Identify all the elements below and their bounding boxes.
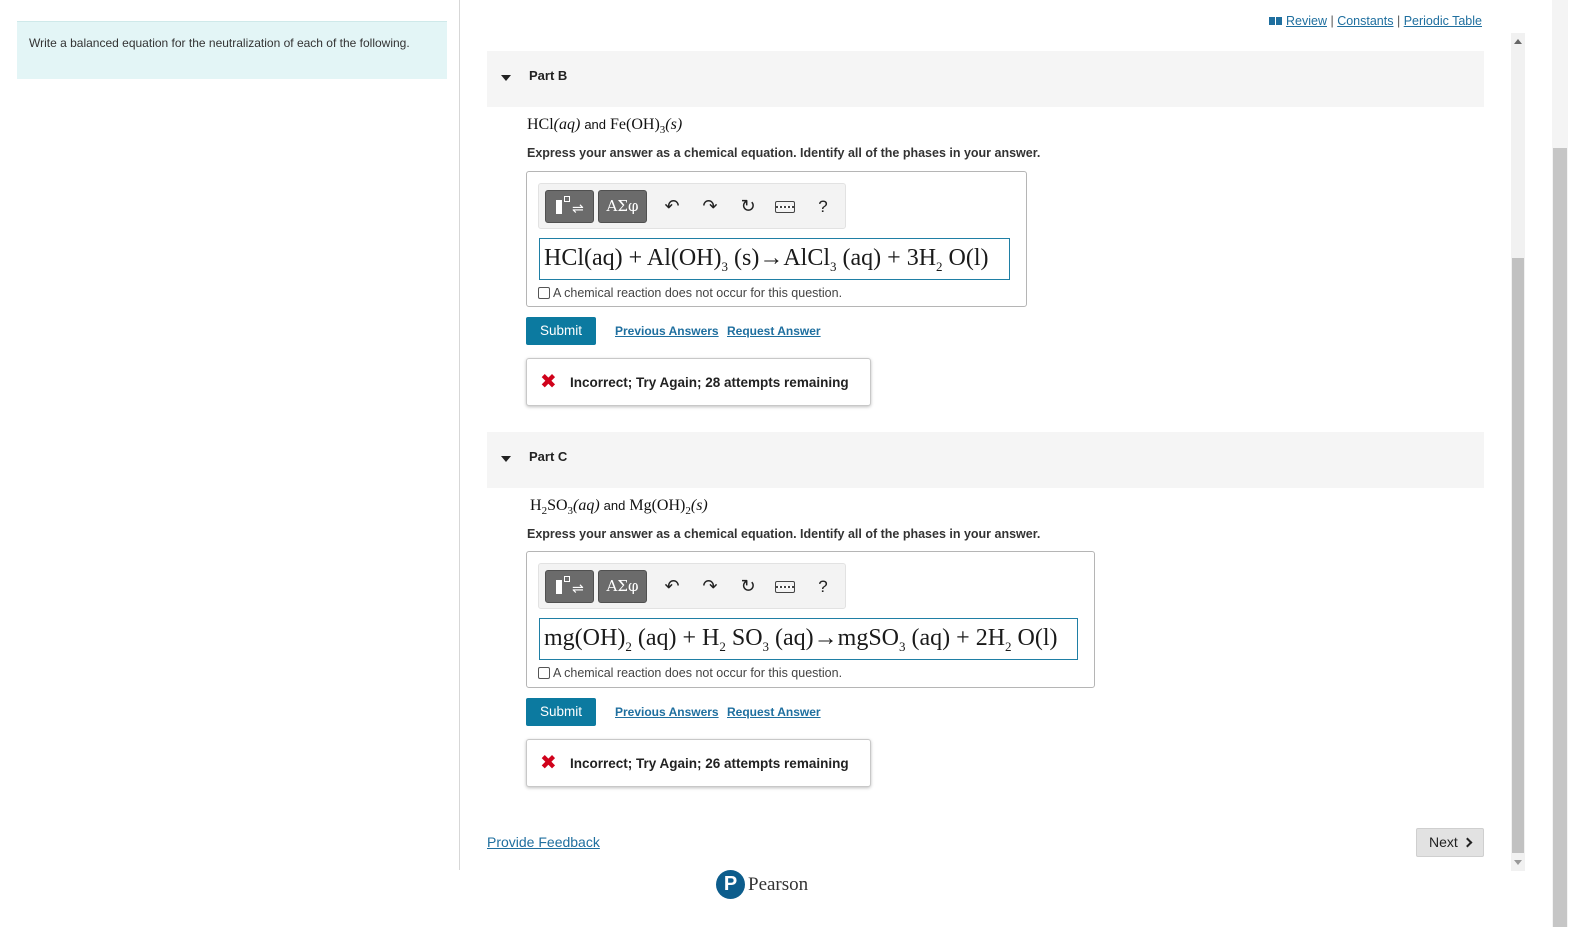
no-reaction-checkbox[interactable] <box>538 667 550 679</box>
part-b-submit-button[interactable]: Submit <box>526 317 596 345</box>
incorrect-icon: ✖ <box>540 752 557 774</box>
part-c-answer-box: ⇌ ΑΣφ ↶ ↷ ↻ ? mg(OH)2 (aq) + H2 SO3 (aq)… <box>526 551 1095 688</box>
part-c-instruction: Express your answer as a chemical equati… <box>527 527 1041 541</box>
periodic-table-link[interactable]: Periodic Table <box>1404 14 1482 28</box>
collapse-caret-icon[interactable] <box>501 75 511 81</box>
header-links: Review | Constants | Periodic Table <box>1268 14 1482 28</box>
page-scrollbar[interactable] <box>1552 0 1568 927</box>
part-b-feedback: ✖ Incorrect; Try Again; 28 attempts rema… <box>526 358 871 406</box>
math-toolbar: ⇌ ΑΣφ ↶ ↷ ↻ ? <box>538 183 846 229</box>
reset-icon[interactable]: ↻ <box>735 574 761 600</box>
part-b-title: Part B <box>529 68 568 83</box>
content-scrollbar[interactable] <box>1511 33 1525 871</box>
part-c-previous-answers-link[interactable]: Previous Answers <box>615 705 719 719</box>
part-c-header[interactable]: Part C <box>487 432 1484 488</box>
scroll-up-arrow-icon[interactable] <box>1514 39 1522 44</box>
part-b-request-answer-link[interactable]: Request Answer <box>727 324 821 338</box>
part-c-answer-input[interactable]: mg(OH)2 (aq) + H2 SO3 (aq)→mgSO3 (aq) + … <box>539 618 1078 660</box>
help-button[interactable]: ? <box>813 194 833 220</box>
no-reaction-checkbox[interactable] <box>538 287 550 299</box>
link-separator: | <box>1330 14 1334 28</box>
undo-icon[interactable]: ↶ <box>659 574 685 600</box>
no-reaction-label: A chemical reaction does not occur for t… <box>553 286 843 300</box>
incorrect-icon: ✖ <box>540 371 557 393</box>
help-button[interactable]: ? <box>813 574 833 600</box>
no-reaction-label: A chemical reaction does not occur for t… <box>553 666 843 680</box>
next-label: Next <box>1429 834 1458 850</box>
collapse-caret-icon[interactable] <box>501 456 511 462</box>
redo-icon[interactable]: ↷ <box>697 574 723 600</box>
prompt-text: Write a balanced equation for the neutra… <box>29 36 410 50</box>
template-icon <box>556 580 562 594</box>
pearson-wordmark: Pearson <box>748 874 809 895</box>
chevron-right-icon <box>1462 837 1473 848</box>
part-c-submit-button[interactable]: Submit <box>526 698 596 726</box>
part-b-answer-input[interactable]: HCl(aq) + Al(OH)3 (s)→AlCl3 (aq) + 3H2 O… <box>539 238 1010 280</box>
symbols-button[interactable]: ΑΣφ <box>598 570 647 603</box>
book-icon <box>1268 17 1282 25</box>
scroll-down-arrow-icon[interactable] <box>1514 860 1522 865</box>
part-b-instruction: Express your answer as a chemical equati… <box>527 146 1041 160</box>
reset-icon[interactable]: ↻ <box>735 194 761 220</box>
no-reaction-option[interactable]: A chemical reaction does not occur for t… <box>538 286 842 300</box>
templates-button[interactable]: ⇌ <box>545 190 594 223</box>
part-b-question: HCl(aq) and Fe(OH)3(s) <box>527 116 683 137</box>
part-c-question: H2SO3(aq) and Mg(OH)2(s) <box>530 497 708 518</box>
template-icon <box>556 200 562 214</box>
provide-feedback-link[interactable]: Provide Feedback <box>487 834 600 850</box>
keyboard-icon[interactable] <box>775 201 795 213</box>
redo-icon[interactable]: ↷ <box>697 194 723 220</box>
part-b-header[interactable]: Part B <box>487 51 1484 107</box>
page-scrollbar-thumb[interactable] <box>1553 148 1567 927</box>
left-panel: Write a balanced equation for the neutra… <box>0 0 460 870</box>
pearson-logo-mark: P <box>716 870 745 899</box>
undo-icon[interactable]: ↶ <box>659 194 685 220</box>
next-button[interactable]: Next <box>1416 828 1484 857</box>
part-c-title: Part C <box>529 449 568 464</box>
part-c-feedback: ✖ Incorrect; Try Again; 26 attempts rema… <box>526 739 871 787</box>
templates-button[interactable]: ⇌ <box>545 570 594 603</box>
scrollbar-thumb[interactable] <box>1512 258 1524 853</box>
no-reaction-option[interactable]: A chemical reaction does not occur for t… <box>538 666 842 680</box>
problem-prompt: Write a balanced equation for the neutra… <box>17 21 447 79</box>
review-link[interactable]: Review <box>1286 14 1327 28</box>
part-c-request-answer-link[interactable]: Request Answer <box>727 705 821 719</box>
part-b-answer-box: ⇌ ΑΣφ ↶ ↷ ↻ ? HCl(aq) + Al(OH)3 (s)→AlCl… <box>526 171 1027 307</box>
constants-link[interactable]: Constants <box>1337 14 1393 28</box>
feedback-message: Incorrect; Try Again; 28 attempts remain… <box>570 375 849 390</box>
keyboard-icon[interactable] <box>775 581 795 593</box>
math-toolbar: ⇌ ΑΣφ ↶ ↷ ↻ ? <box>538 563 846 609</box>
feedback-message: Incorrect; Try Again; 26 attempts remain… <box>570 756 849 771</box>
link-separator: | <box>1396 14 1401 28</box>
symbols-button[interactable]: ΑΣφ <box>598 190 647 223</box>
part-b-previous-answers-link[interactable]: Previous Answers <box>615 324 719 338</box>
